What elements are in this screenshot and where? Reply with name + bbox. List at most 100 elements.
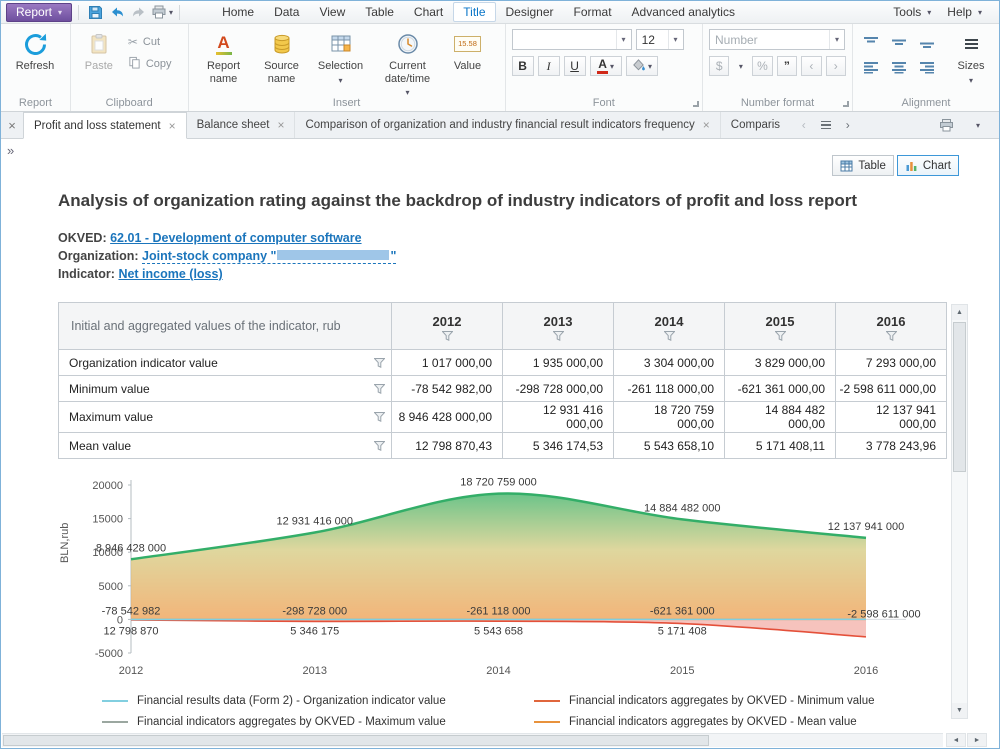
italic-button[interactable]: I [538,56,560,76]
align-right-button[interactable] [915,57,939,78]
close-pane-icon[interactable]: × [1,112,23,138]
tab-comparis[interactable]: Comparis [721,112,789,138]
organization-link[interactable]: Joint-stock company "" [142,249,396,264]
indicator-link[interactable]: Net income (loss) [118,267,222,281]
value-button[interactable]: 15.58 Value [445,29,491,73]
tab-balance-sheet[interactable]: Balance sheet× [187,112,296,138]
table-view-button[interactable]: Table [832,155,894,176]
menu-item-tools[interactable]: Tools▾ [893,5,931,19]
selection-button[interactable]: Selection ▾ [311,29,371,85]
decrease-decimals-button[interactable]: ‹ [801,56,821,76]
svg-text:2012: 2012 [119,665,143,677]
filter-icon[interactable] [725,331,835,341]
currency-chevron-icon[interactable]: ▾ [733,56,748,76]
fill-color-button[interactable]: ▾ [626,56,658,76]
tab-scroll-right-button[interactable]: › [839,116,857,134]
tab-comparison-of-organization-and-industry-financial-result-indicators-frequency[interactable]: Comparison of organization and industry … [295,112,720,138]
menu-item-advanced-analytics[interactable]: Advanced analytics [622,2,745,22]
value-cell: -298 728 000,00 [503,376,614,402]
report-menu-button[interactable]: Report ▾ [6,3,72,22]
underline-button[interactable]: U [564,56,586,76]
paste-button[interactable]: Paste [77,29,121,73]
sizes-button[interactable]: Sizes ▾ [949,29,993,85]
align-center-button[interactable] [887,57,911,78]
chart-view-button[interactable]: Chart [897,155,959,176]
filter-icon[interactable] [836,331,946,341]
horizontal-scroll-thumb[interactable] [3,735,709,746]
menu-item-designer[interactable]: Designer [496,2,564,22]
tab-close-icon[interactable]: × [703,118,710,132]
redo-icon [131,5,147,19]
dialog-launcher-icon[interactable] [843,101,849,107]
horizontal-scrollbar[interactable] [2,733,943,747]
datetime-button[interactable]: Current date/time ▾ [371,29,445,97]
tab-profit-and-loss-statement[interactable]: Profit and loss statement × [23,112,187,139]
menu-item-data[interactable]: Data [264,2,309,22]
number-format-select[interactable]: Number ▾ [709,29,845,50]
source-name-button[interactable]: Source name [253,29,311,85]
font-size-select[interactable]: 12 ▾ [636,29,684,50]
menu-item-home[interactable]: Home [212,2,264,22]
tab-label: Profit and loss statement [34,120,161,132]
filter-icon[interactable] [503,331,613,341]
align-bottom-button[interactable] [915,32,939,53]
undo-button[interactable] [107,3,127,22]
report-name-icon: A [216,31,232,57]
table-row: Minimum value-78 542 982,00-298 728 000,… [59,376,947,402]
cut-button[interactable]: ✂ Cut [125,33,175,51]
percent-format-button[interactable]: % [752,56,772,76]
chevron-down-icon: ▾ [927,8,931,17]
scroll-up-arrow[interactable]: ▲ [952,305,967,320]
menu-item-format[interactable]: Format [564,2,622,22]
print-button[interactable]: ▾ [151,3,173,22]
tab-list-button[interactable] [817,116,835,134]
table-body: Organization indicator value1 017 000,00… [59,350,947,459]
align-top-button[interactable] [859,32,883,53]
redo-button[interactable] [129,3,149,22]
legend-swatch [102,721,128,723]
menu-item-title[interactable]: Title [453,2,495,22]
menu-item-help[interactable]: Help▾ [947,5,982,19]
currency-format-button[interactable]: $ [709,56,729,76]
menu-item-view[interactable]: View [309,2,355,22]
save-button[interactable] [85,3,105,22]
thousands-separator-button[interactable]: ” [777,56,797,76]
align-middle-button[interactable] [887,32,911,53]
report-name-button[interactable]: A Report name [195,29,253,85]
filter-icon[interactable] [392,331,502,341]
expand-sidebar-icon[interactable]: » [7,143,14,158]
filter-icon[interactable] [374,384,385,394]
scroll-down-arrow[interactable]: ▼ [952,703,967,718]
tab-scroll-left-button[interactable]: ‹ [795,116,813,134]
year-header-2012: 2012 [392,303,503,350]
vertical-scrollbar[interactable]: ▲ ▼ [951,304,968,719]
filter-icon[interactable] [614,331,724,341]
row-label-cell: Maximum value [59,402,392,433]
filter-icon[interactable] [374,412,385,422]
tabstrip-menu-button[interactable]: ▾ [969,116,987,134]
dialog-launcher-icon[interactable] [693,101,699,107]
scroll-right-arrow[interactable]: ► [967,733,987,747]
copy-button[interactable]: Copy [125,55,175,73]
font-color-button[interactable]: A ▾ [590,56,622,76]
font-family-select[interactable]: ▾ [512,29,632,50]
filter-icon[interactable] [374,358,385,368]
min-data-label: -298 728 000 [282,605,347,617]
refresh-button[interactable]: Refresh [7,29,63,73]
align-left-button[interactable] [859,57,883,78]
vertical-scroll-thumb[interactable] [953,322,966,472]
tab-close-icon[interactable]: × [277,118,284,132]
document-area: » Table Chart Analysis of organization r… [1,139,999,748]
okved-link[interactable]: 62.01 - Development of computer software [110,231,361,245]
filter-icon[interactable] [374,441,385,451]
tab-close-icon[interactable]: × [169,119,176,133]
menu-item-chart[interactable]: Chart [404,2,453,22]
menu-item-table[interactable]: Table [355,2,404,22]
chart-icon [905,160,918,172]
value-cell: 12 137 941 000,00 [836,402,947,433]
print-preview-button[interactable] [937,116,955,134]
increase-decimals-button[interactable]: › [826,56,846,76]
vertical-scroll-track[interactable] [952,320,967,703]
scroll-left-arrow[interactable]: ◄ [946,733,966,747]
bold-button[interactable]: B [512,56,534,76]
